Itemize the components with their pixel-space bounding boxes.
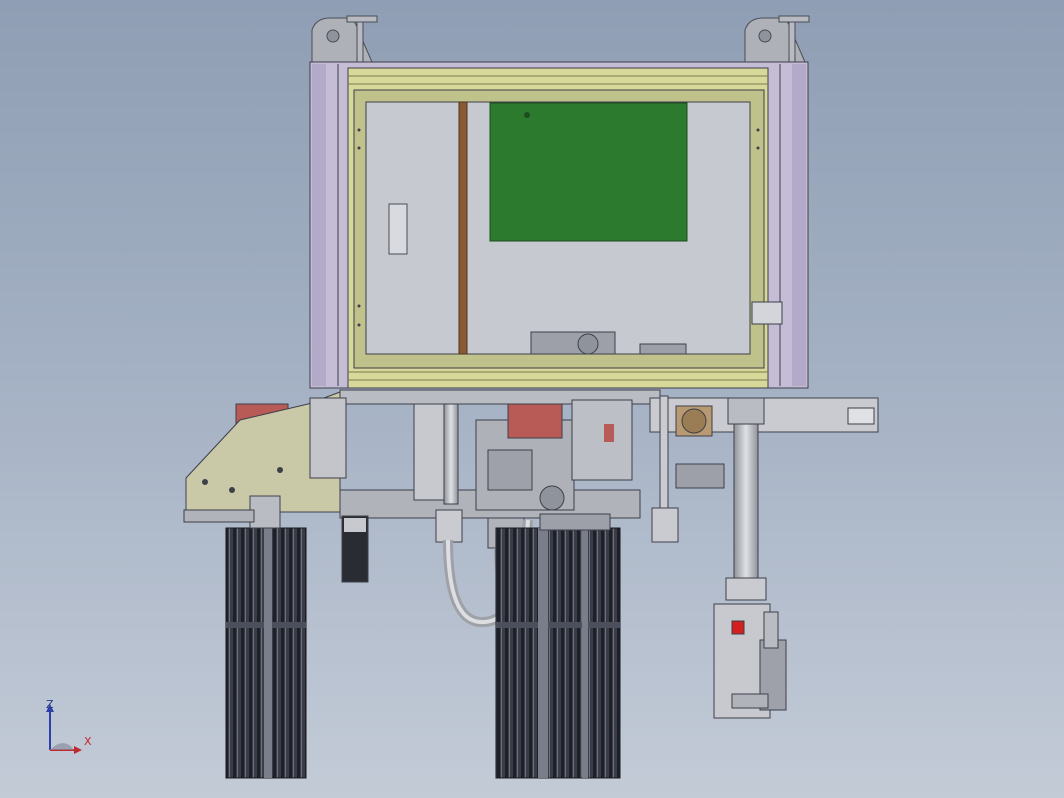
z-axis-label: Z bbox=[46, 698, 54, 711]
filter-bank-left bbox=[183, 495, 307, 779]
lifting-bracket-left bbox=[311, 15, 378, 65]
cad-viewport[interactable]: Z X bbox=[0, 0, 1064, 798]
hinge-latch bbox=[751, 301, 783, 325]
assembly-model[interactable] bbox=[0, 0, 1064, 798]
pcb-board bbox=[489, 102, 688, 242]
emergency-stop-button bbox=[731, 620, 745, 635]
lifting-bracket-right bbox=[744, 15, 810, 65]
filter-bank-center bbox=[495, 513, 621, 779]
mounting-plate-left bbox=[185, 391, 347, 513]
enclosure-panel bbox=[365, 101, 783, 355]
x-axis-label: X bbox=[84, 735, 92, 748]
control-box bbox=[713, 603, 787, 719]
